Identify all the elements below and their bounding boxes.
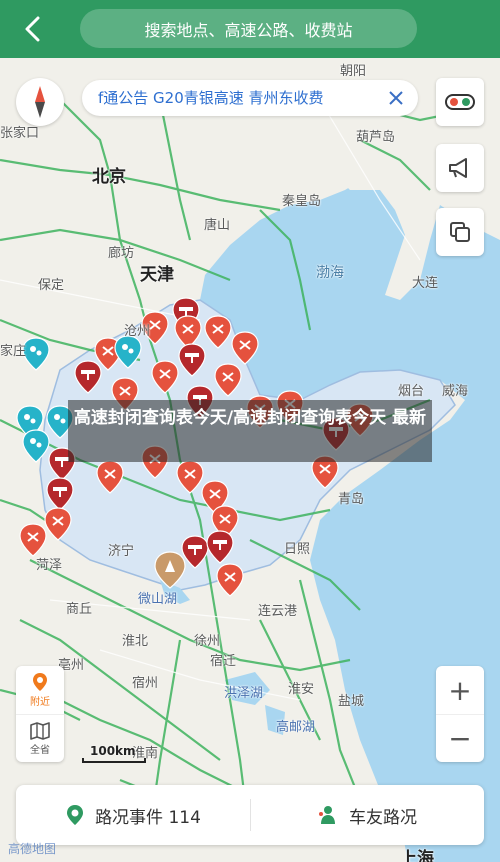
city-label: 连云港: [258, 604, 298, 619]
city-label: 秦皇岛: [282, 194, 322, 209]
nearby-label: 附近: [30, 697, 50, 708]
notice-bar[interactable]: f通公告 G20青银高速 青州东收费: [82, 80, 418, 116]
zoom-control: + −: [436, 666, 484, 762]
overlay-title: 高速封闭查询表今天/高速封闭查询表今天 最新: [68, 400, 432, 462]
scale-bar: [82, 758, 146, 763]
city-label: 菏泽: [36, 558, 63, 573]
broadcast-button[interactable]: [436, 144, 484, 192]
location-pin-icon: [33, 673, 47, 691]
lake-label: 微山湖: [138, 592, 178, 607]
city-label: 大连: [412, 276, 439, 291]
map-icon: [30, 721, 50, 740]
search-input[interactable]: 搜索地点、高速公路、收费站: [80, 9, 417, 48]
traffic-events-label: 路况事件 114: [95, 807, 201, 828]
megaphone-icon: [449, 158, 467, 178]
city-label: 宿州: [132, 676, 159, 691]
lake-label: 洪泽湖: [224, 686, 264, 701]
notice-text: f通公告 G20青银高速 青州东收费: [98, 89, 324, 107]
layers-button[interactable]: [436, 208, 484, 256]
top-bar: 搜索地点、高速公路、收费站: [0, 0, 500, 58]
lake-label: 高邮湖: [276, 720, 316, 735]
province-label: 全省: [30, 744, 50, 756]
city-label: 徐州: [194, 634, 221, 649]
compass-button[interactable]: [16, 78, 64, 126]
city-label: 唐山: [204, 218, 231, 233]
close-notice-button[interactable]: [386, 88, 406, 108]
city-label: 青岛: [338, 492, 365, 507]
driver-icon: [319, 806, 335, 824]
layers-icon: [450, 222, 470, 242]
sea-label: 渤海: [316, 265, 344, 281]
traffic-light-icon: [445, 94, 475, 110]
chevron-left-icon: [25, 16, 40, 42]
city-label: 天津: [140, 265, 174, 285]
brand-watermark: 高德地图: [8, 842, 57, 856]
traffic-toggle-button[interactable]: [436, 78, 484, 126]
city-label: 保定: [38, 278, 65, 293]
city-label: 北京: [92, 167, 126, 187]
province-button[interactable]: 全省: [16, 714, 64, 762]
compass-icon: [35, 86, 45, 118]
zoom-in-button[interactable]: +: [436, 666, 484, 714]
city-label: 盐城: [338, 694, 365, 709]
city-label: 葫芦岛: [356, 130, 396, 145]
traffic-events-button[interactable]: 路况事件 114: [16, 785, 250, 845]
left-panel: 附近 全省: [16, 666, 64, 762]
driver-reports-button[interactable]: 车友路况: [250, 785, 484, 845]
city-label: 沧州: [124, 324, 151, 339]
city-label: 淮安: [288, 682, 315, 697]
bottom-bar: 路况事件 114 车友路况: [16, 785, 484, 845]
city-label: 家庄: [0, 344, 27, 359]
city-label: 烟台: [398, 384, 425, 399]
city-label: 济宁: [108, 544, 135, 559]
city-label: 宿迁: [210, 654, 237, 669]
city-label: 上海: [400, 849, 434, 862]
scale-label: 100km: [90, 744, 136, 758]
driver-reports-label: 车友路况: [349, 807, 417, 828]
event-location-icon: [67, 805, 84, 825]
zoom-out-button[interactable]: −: [436, 714, 484, 762]
nearby-button[interactable]: 附近: [16, 666, 64, 714]
city-label: 朝阳: [340, 64, 367, 79]
city-label: 廊坊: [108, 246, 135, 261]
city-label: 日照: [284, 542, 311, 557]
back-button[interactable]: [18, 14, 48, 44]
city-label: 淮北: [122, 634, 149, 649]
map-scale: 100km: [82, 744, 152, 763]
city-label: 商丘: [66, 602, 93, 617]
city-label: 威海: [442, 384, 469, 399]
close-icon: [389, 91, 403, 105]
